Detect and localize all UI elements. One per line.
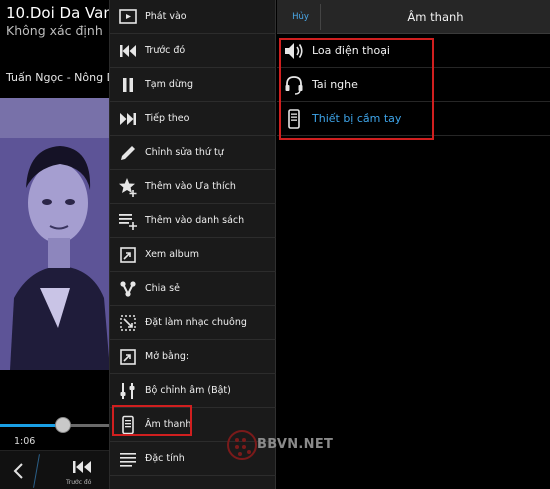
next-icon [120, 113, 136, 125]
properties-icon [120, 453, 136, 467]
menu-item-label: Thêm vào danh sách [145, 215, 245, 226]
menu-item-label: Trước đó [145, 45, 186, 56]
menu-item-label: Phát vào [145, 11, 187, 22]
previous-track-icon [73, 461, 91, 473]
menu-item-label: Chia sẻ [145, 283, 180, 294]
album-art [0, 98, 109, 370]
panel-title: Âm thanh [407, 10, 464, 24]
menu-item-label: Mở bằng: [145, 351, 190, 362]
menu-item-set-ringtone[interactable]: Đặt làm nhạc chuông [110, 306, 276, 340]
chevron-left-icon [13, 463, 23, 479]
player-bottom-bar: Trước đó [0, 450, 109, 489]
album-art-portrait [0, 98, 109, 370]
open-with-icon [120, 349, 136, 365]
ringtone-icon [120, 315, 136, 331]
menu-item-label: Đặc tính [145, 453, 185, 464]
cast-icon [119, 9, 137, 24]
menu-item-play-on[interactable]: Phát vào [110, 0, 276, 34]
menu-item-label: Chỉnh sửa thứ tự [145, 147, 224, 158]
menu-item-label: Đặt làm nhạc chuông [145, 317, 247, 328]
cancel-button[interactable]: Hủy [281, 4, 321, 30]
watermark-text: BBVN.NET [257, 437, 334, 452]
list-add-icon [119, 214, 137, 230]
menu-item-previous[interactable]: Trước đó [110, 34, 276, 68]
menu-item-open-with[interactable]: Mở bằng: [110, 340, 276, 374]
equalizer-icon [120, 383, 135, 399]
pencil-icon [121, 146, 135, 160]
menu-item-next[interactable]: Tiếp theo [110, 102, 276, 136]
share-icon [120, 281, 136, 297]
seek-bar-fill [0, 424, 63, 427]
previous-button[interactable] [70, 459, 94, 475]
menu-item-equalizer[interactable]: Bộ chỉnh âm (Bật) [110, 374, 276, 408]
menu-item-share[interactable]: Chia sẻ [110, 272, 276, 306]
highlight-box-menu [112, 405, 192, 436]
star-add-icon [119, 178, 137, 197]
menu-item-edit-order[interactable]: Chỉnh sửa thứ tự [110, 136, 276, 170]
artist-name: Tuấn Ngọc - Nông Dân [6, 71, 109, 84]
open-arrow-icon [120, 247, 136, 263]
elapsed-time: 1:06 [14, 436, 36, 447]
menu-item-label: Thêm vào Ưa thích [145, 181, 236, 192]
menu-item-add-favorite[interactable]: Thêm vào Ưa thích [110, 170, 276, 204]
menu-item-view-album[interactable]: Xem album [110, 238, 276, 272]
menu-item-label: Xem album [145, 249, 199, 260]
menu-item-pause[interactable]: Tạm dừng [110, 68, 276, 102]
menu-item-label: Tiếp theo [145, 113, 190, 124]
back-button[interactable] [8, 461, 30, 481]
menu-item-label: Tạm dừng [145, 79, 194, 90]
menu-item-add-playlist[interactable]: Thêm vào danh sách [110, 204, 276, 238]
menu-item-label: Bộ chỉnh âm (Bật) [145, 385, 231, 396]
track-status: Không xác định [6, 23, 103, 38]
track-title: 10.Doi Da Vang - [6, 4, 109, 22]
pause-icon [123, 78, 133, 92]
now-playing-panel: 10.Doi Da Vang - Không xác định Tuấn Ngọ… [0, 0, 110, 489]
previous-icon [120, 45, 136, 57]
highlight-box-panel [279, 38, 434, 140]
previous-button-label: Trước đó [66, 479, 92, 486]
seek-thumb[interactable] [54, 417, 71, 433]
panel-header: Hủy Âm thanh [277, 0, 550, 34]
